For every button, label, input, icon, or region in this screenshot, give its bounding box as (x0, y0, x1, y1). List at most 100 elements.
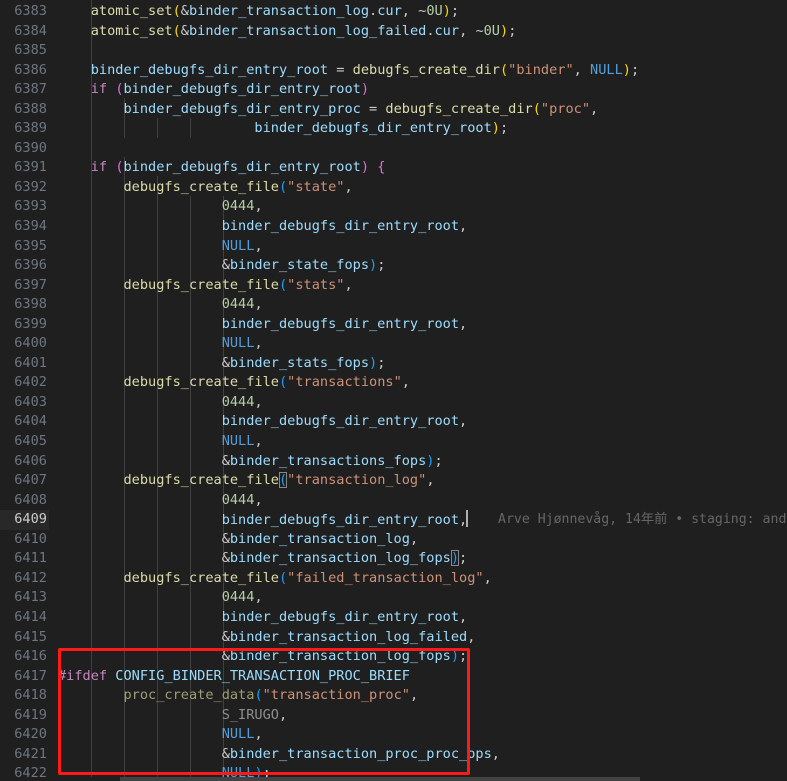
code-line[interactable]: 6395 NULL, (0, 237, 262, 257)
code-line[interactable]: 6389 binder_debugfs_dir_entry_root); (0, 119, 508, 139)
line-content[interactable]: proc_create_data("transaction_proc", (58, 686, 418, 706)
line-number: 6397 (14, 276, 47, 293)
code-line[interactable]: 6384 atomic_set(&binder_transaction_log_… (0, 22, 516, 42)
code-line[interactable]: 6401 &binder_stats_fops); (0, 354, 385, 374)
line-number: 6396 (14, 257, 47, 274)
line-content[interactable]: #ifdef CONFIG_BINDER_TRANSACTION_PROC_BR… (58, 667, 410, 687)
line-content[interactable]: 0444, (58, 588, 263, 608)
code-editor[interactable]: 6383 atomic_set(&binder_transaction_log.… (0, 0, 787, 781)
line-number: 6393 (14, 198, 47, 215)
line-content[interactable]: &binder_transaction_log, (58, 530, 418, 550)
line-content[interactable]: S_IRUGO, (58, 706, 287, 726)
line-content[interactable]: atomic_set(&binder_transaction_log.cur, … (58, 2, 459, 22)
code-line[interactable]: 6387 if (binder_debugfs_dir_entry_root) (0, 80, 369, 100)
horizontal-scrollbar[interactable] (0, 777, 787, 781)
line-number: 6404 (14, 413, 47, 430)
line-content[interactable]: 0444, (58, 393, 263, 413)
code-line[interactable]: 6416 &binder_transaction_log_fops); (0, 647, 467, 667)
line-content[interactable]: binder_debugfs_dir_entry_root, (58, 217, 468, 237)
line-content[interactable]: if (binder_debugfs_dir_entry_root) { (58, 158, 386, 178)
line-content[interactable]: binder_debugfs_dir_entry_root, (58, 412, 468, 432)
line-content[interactable]: NULL, (58, 725, 263, 745)
active-code-line[interactable]: 6409 binder_debugfs_dir_entry_root, Arve… (0, 510, 786, 530)
code-line[interactable]: 6418 proc_create_data("transaction_proc"… (0, 686, 418, 706)
code-line[interactable]: 6394 binder_debugfs_dir_entry_root, (0, 217, 467, 237)
code-line[interactable]: 6391 if (binder_debugfs_dir_entry_root) … (0, 158, 385, 178)
code-lines[interactable]: 6383 atomic_set(&binder_transaction_log.… (0, 2, 786, 781)
line-content[interactable]: if (binder_debugfs_dir_entry_root) (58, 80, 369, 100)
code-line[interactable]: 6404 binder_debugfs_dir_entry_root, (0, 412, 467, 432)
line-content[interactable]: 0444, (58, 491, 263, 511)
line-content[interactable]: binder_debugfs_dir_entry_root, (58, 608, 468, 628)
line-content[interactable]: 0444, (58, 197, 263, 217)
line-number: 6410 (14, 530, 47, 547)
code-line[interactable]: 6399 binder_debugfs_dir_entry_root, (0, 315, 467, 335)
code-line[interactable]: 6421 &binder_transaction_proc_proc_ops, (0, 745, 500, 765)
code-line[interactable]: 6419 S_IRUGO, (0, 706, 287, 726)
line-content[interactable]: &binder_transaction_log_fops); (58, 549, 467, 569)
code-line[interactable]: 6402 debugfs_create_file("transactions", (0, 373, 410, 393)
line-number: 6401 (14, 354, 47, 371)
line-number: 6398 (14, 296, 47, 313)
line-content[interactable]: debugfs_create_file("transaction_log", (58, 471, 435, 491)
scrollbar-thumb[interactable] (120, 777, 640, 781)
line-content[interactable]: &binder_transaction_proc_proc_ops, (58, 745, 500, 765)
line-number: 6416 (14, 648, 47, 665)
git-blame-annotation[interactable]: Arve Hjønnevåg, 14年前 • staging: and (498, 510, 786, 530)
line-content[interactable]: binder_debugfs_dir_entry_proc = debugfs_… (58, 100, 598, 120)
line-content[interactable]: 0444, (58, 295, 263, 315)
code-line[interactable]: 6397 debugfs_create_file("stats", (0, 276, 352, 296)
line-content[interactable]: NULL, (58, 237, 263, 257)
code-line[interactable]: 6403 0444, (0, 393, 262, 413)
line-content[interactable]: &binder_stats_fops); (58, 354, 386, 374)
code-line[interactable]: 6413 0444, (0, 588, 262, 608)
line-content[interactable]: debugfs_create_file("state", (58, 178, 352, 198)
code-line[interactable]: 6415 &binder_transaction_log_failed, (0, 628, 475, 648)
code-line[interactable]: 6420 NULL, (0, 725, 262, 745)
line-content[interactable]: &binder_transaction_log_fops); (58, 647, 468, 667)
line-content[interactable]: debugfs_create_file("stats", (58, 276, 352, 296)
line-number: 6387 (14, 81, 47, 98)
code-line[interactable]: 6398 0444, (0, 295, 262, 315)
line-content[interactable]: debugfs_create_file("transactions", (58, 373, 409, 393)
line-number: 6391 (14, 159, 47, 176)
line-number: 6388 (14, 100, 47, 117)
line-number: 6392 (14, 178, 47, 195)
code-line[interactable]: 6383 atomic_set(&binder_transaction_log.… (0, 2, 459, 22)
code-line[interactable]: 6393 0444, (0, 197, 262, 217)
line-number: 6406 (14, 452, 47, 469)
code-line[interactable]: 6406 &binder_transactions_fops); (0, 452, 442, 472)
code-line[interactable]: 6385 (0, 41, 49, 61)
line-content[interactable]: NULL, (58, 334, 263, 354)
line-content[interactable]: atomic_set(&binder_transaction_log_faile… (58, 22, 517, 42)
code-line[interactable]: 6386 binder_debugfs_dir_entry_root = deb… (0, 61, 639, 81)
code-line[interactable]: 6396 &binder_state_fops); (0, 256, 385, 276)
line-content[interactable]: debugfs_create_file("failed_transaction_… (58, 569, 491, 589)
code-line[interactable]: 6405 NULL, (0, 432, 262, 452)
code-line[interactable]: 6392 debugfs_create_file("state", (0, 178, 352, 198)
code-line[interactable]: 6400 NULL, (0, 334, 262, 354)
line-content[interactable]: &binder_state_fops); (58, 256, 386, 276)
code-line[interactable]: 6410 &binder_transaction_log, (0, 530, 418, 550)
code-line[interactable]: 6417 #ifdef CONFIG_BINDER_TRANSACTION_PR… (0, 667, 410, 687)
line-content[interactable]: binder_debugfs_dir_entry_root, (58, 315, 468, 335)
code-line[interactable]: 6414 binder_debugfs_dir_entry_root, (0, 608, 467, 628)
line-number-active: 6409 (14, 511, 47, 528)
line-number: 6414 (14, 608, 47, 625)
line-content[interactable]: binder_debugfs_dir_entry_root = debugfs_… (58, 61, 639, 81)
line-content[interactable]: NULL, (58, 432, 263, 452)
line-content[interactable]: &binder_transaction_log_failed, (58, 628, 476, 648)
line-content[interactable]: binder_debugfs_dir_entry_root); (58, 119, 508, 139)
code-line[interactable]: 6388 binder_debugfs_dir_entry_proc = deb… (0, 100, 598, 120)
bracket-match-open: ( (278, 472, 288, 489)
code-line[interactable]: 6407 debugfs_create_file("transaction_lo… (0, 471, 435, 491)
code-line[interactable]: 6412 debugfs_create_file("failed_transac… (0, 569, 492, 589)
code-line[interactable]: 6390 (0, 139, 49, 159)
code-line[interactable]: 6408 0444, (0, 491, 262, 511)
line-number: 6399 (14, 315, 47, 332)
line-number: 6400 (14, 335, 47, 352)
line-content[interactable]: &binder_transactions_fops); (58, 452, 443, 472)
line-number: 6405 (14, 433, 47, 450)
code-line[interactable]: 6411 &binder_transaction_log_fops); (0, 549, 467, 569)
line-content[interactable]: binder_debugfs_dir_entry_root, (58, 510, 469, 531)
